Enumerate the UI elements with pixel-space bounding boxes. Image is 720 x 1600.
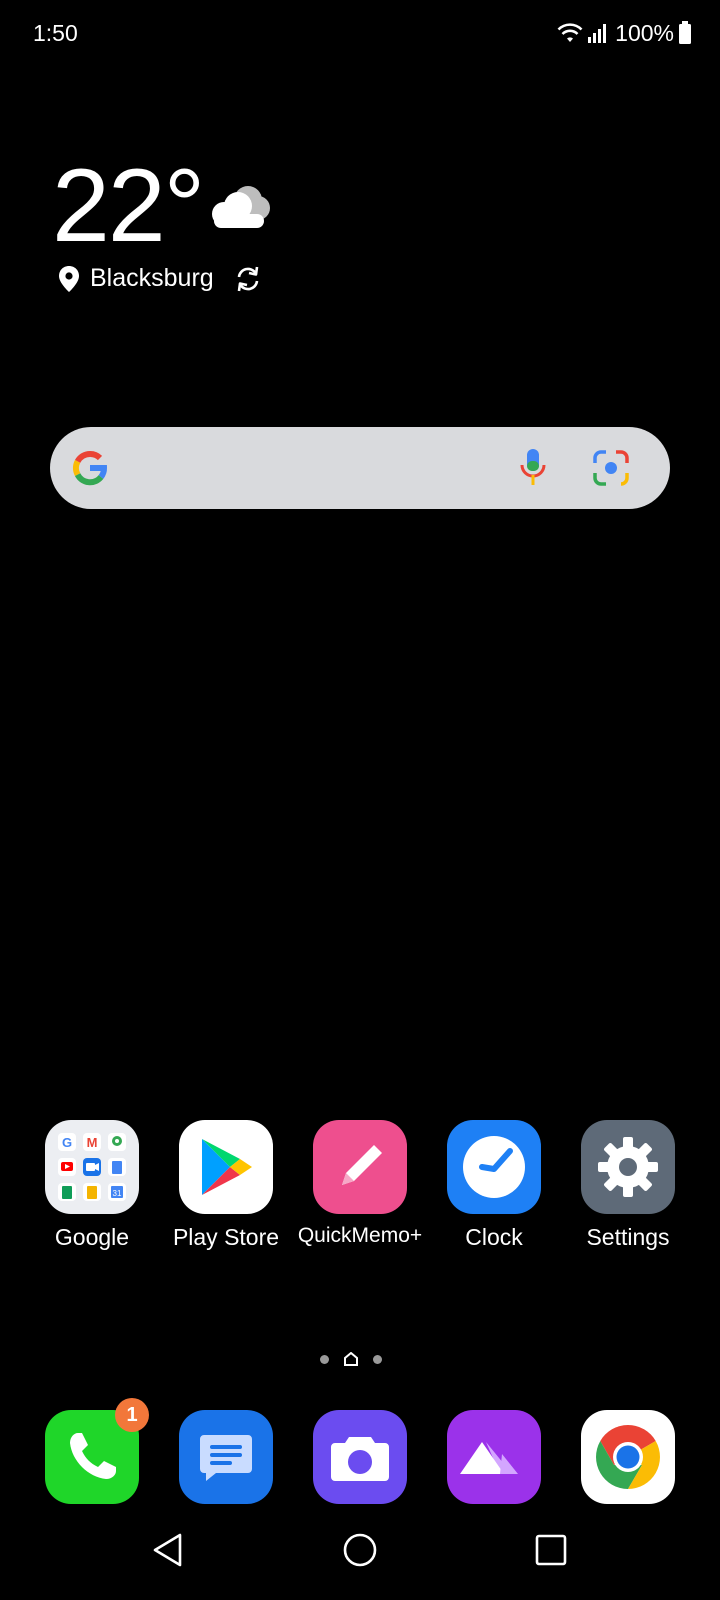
location-pin-icon xyxy=(59,265,79,292)
wifi-icon xyxy=(557,23,583,42)
weather-location: Blacksburg xyxy=(90,264,214,292)
home-icon[interactable] xyxy=(340,1530,380,1570)
quickmemo-icon xyxy=(313,1120,407,1214)
svg-text:G: G xyxy=(62,1135,72,1150)
google-search-bar[interactable] xyxy=(50,427,670,509)
notification-badge: 1 xyxy=(115,1398,149,1432)
messages-icon xyxy=(179,1410,273,1504)
app-label-google: Google xyxy=(54,1224,130,1250)
page-dot[interactable] xyxy=(373,1354,382,1364)
weather-temperature[interactable]: 22° xyxy=(52,154,205,258)
dock-messages[interactable] xyxy=(159,1410,293,1504)
play-store-icon xyxy=(179,1120,273,1214)
app-label-clock: Clock xyxy=(465,1224,523,1250)
gallery-icon xyxy=(447,1410,541,1504)
camera-icon xyxy=(313,1410,407,1504)
google-logo-icon xyxy=(73,450,107,486)
microphone-icon[interactable] xyxy=(518,447,548,489)
clock-icon xyxy=(447,1120,541,1214)
svg-text:31: 31 xyxy=(113,1189,122,1198)
battery-icon xyxy=(679,21,691,44)
google-folder-icon: G M 31 xyxy=(45,1120,139,1214)
dock-camera[interactable] xyxy=(293,1410,427,1504)
cloud-icon xyxy=(212,186,270,228)
app-clock[interactable]: Clock xyxy=(427,1120,561,1251)
recents-icon[interactable] xyxy=(530,1530,570,1570)
refresh-icon[interactable] xyxy=(234,265,262,293)
app-play-store[interactable]: Play Store xyxy=(159,1120,293,1251)
dock-chrome[interactable] xyxy=(561,1410,695,1504)
app-label-settings: Settings xyxy=(586,1224,670,1250)
page-dot[interactable] xyxy=(320,1354,329,1364)
dock-gallery[interactable] xyxy=(427,1410,561,1504)
status-time: 1:50 xyxy=(33,20,78,46)
chrome-icon xyxy=(581,1410,675,1504)
app-settings[interactable]: Settings xyxy=(561,1120,695,1251)
svg-text:M: M xyxy=(87,1135,98,1150)
status-bar: 1:50 100% xyxy=(0,0,720,64)
app-quickmemo[interactable]: QuickMemo+ xyxy=(293,1120,427,1248)
phone-icon: 1 xyxy=(45,1398,149,1504)
settings-gear-icon xyxy=(581,1120,675,1214)
app-label-quickmemo: QuickMemo+ xyxy=(297,1224,423,1247)
app-label-play-store: Play Store xyxy=(172,1224,280,1250)
battery-percent: 100% xyxy=(615,19,674,46)
back-icon[interactable] xyxy=(150,1530,190,1570)
page-indicator[interactable] xyxy=(320,1352,382,1366)
dock-phone[interactable]: 1 xyxy=(25,1398,159,1504)
camera-lens-icon[interactable] xyxy=(592,449,630,487)
app-google-folder[interactable]: G M 31 Google xyxy=(25,1120,159,1251)
weather-location-row[interactable]: Blacksburg xyxy=(58,264,262,293)
home-page-indicator-icon[interactable] xyxy=(343,1352,359,1366)
status-icons: 100% xyxy=(557,18,692,48)
signal-icon xyxy=(588,24,607,43)
